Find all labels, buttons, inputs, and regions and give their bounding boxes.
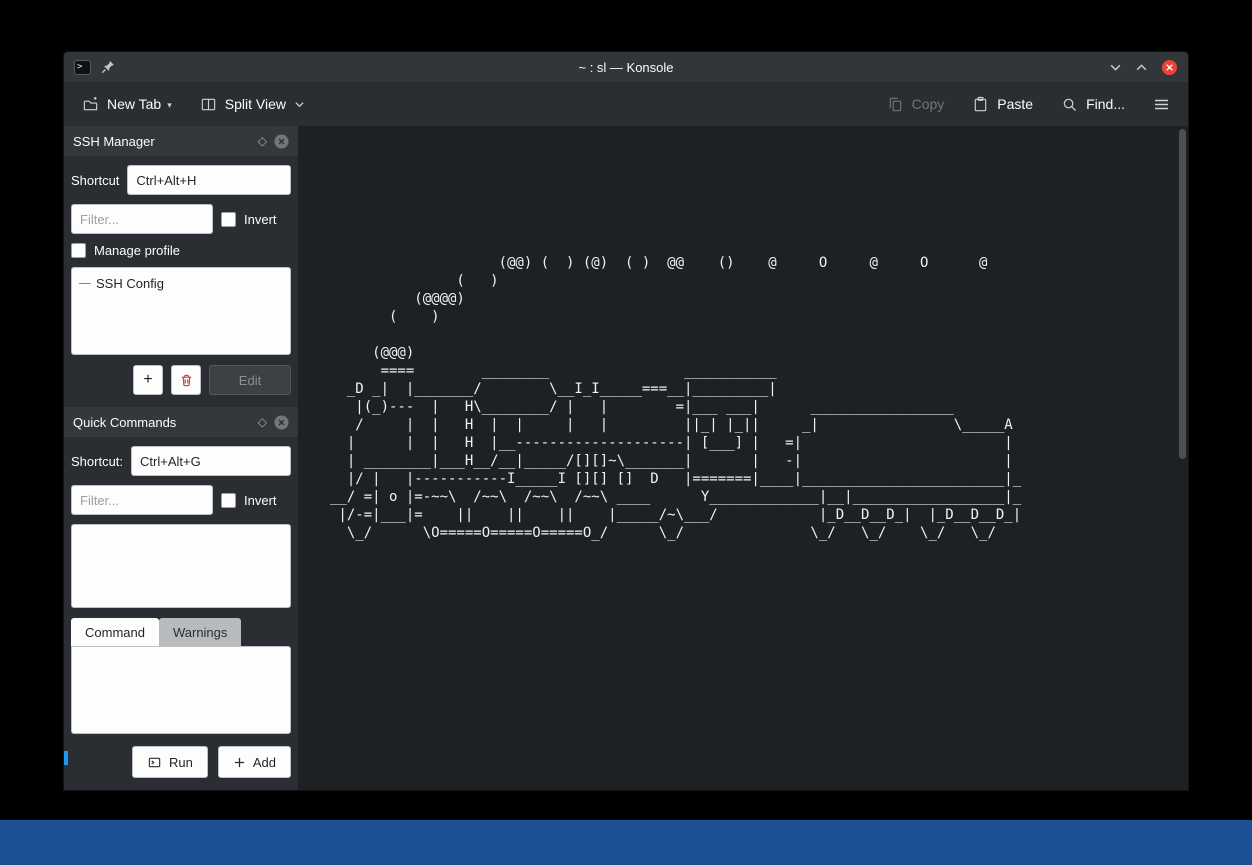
titlebar[interactable]: > ~ : sl — Konsole — [64, 52, 1188, 82]
close-button[interactable] — [1161, 59, 1178, 76]
trash-icon — [179, 373, 194, 388]
copy-label: Copy — [912, 96, 945, 112]
split-view-button[interactable]: Split View — [200, 96, 305, 113]
chevron-up-icon — [1135, 61, 1148, 74]
ssh-config-item-label: SSH Config — [96, 276, 164, 291]
quick-commands-list[interactable] — [71, 524, 291, 608]
ssh-profiles-list[interactable]: SSH Config — [71, 267, 291, 355]
float-panel-button[interactable]: ◇ — [258, 135, 267, 147]
main-toolbar: New Tab ▾ Split View — [64, 82, 1188, 126]
manage-profile-label: Manage profile — [94, 243, 180, 258]
konsole-app-icon: > — [74, 60, 91, 75]
new-tab-label: New Tab — [107, 96, 161, 112]
new-tab-button[interactable]: New Tab ▾ — [82, 96, 172, 113]
terminal-view[interactable]: (@@) ( ) (@) ( ) @@ () @ O @ O @ ( ) (@@… — [298, 126, 1188, 790]
window-title: ~ : sl — Konsole — [64, 60, 1188, 75]
close-circle-icon — [274, 134, 289, 149]
search-icon — [1061, 96, 1078, 113]
close-circle-icon — [274, 415, 289, 430]
titlebar-left: > — [74, 60, 115, 75]
quick-commands-panel: Quick Commands ◇ — [71, 407, 291, 778]
maximize-button[interactable] — [1135, 61, 1148, 74]
desktop: > ~ : sl — Konsole — [0, 0, 1252, 865]
paste-icon — [972, 96, 989, 113]
copy-button[interactable]: Copy — [887, 96, 945, 113]
new-tab-dropdown-caret-icon: ▾ — [167, 100, 172, 111]
tab-command[interactable]: Command — [71, 618, 159, 646]
chevron-down-icon — [294, 99, 305, 110]
quick-commands-header[interactable]: Quick Commands ◇ — [64, 407, 298, 437]
qc-invert-checkbox[interactable] — [221, 493, 236, 508]
qc-shortcut-input[interactable] — [131, 446, 291, 476]
ssh-manager-header[interactable]: SSH Manager ◇ — [64, 126, 298, 156]
float-diamond-icon: ◇ — [258, 135, 267, 147]
split-view-label: Split View — [225, 96, 286, 112]
plus-icon — [233, 756, 246, 769]
list-item[interactable]: SSH Config — [72, 272, 290, 294]
qc-filter-input[interactable] — [71, 485, 213, 515]
window-body: SSH Manager ◇ — [64, 126, 1188, 790]
float-panel-button[interactable]: ◇ — [258, 416, 267, 428]
ssh-filter-input[interactable] — [71, 204, 213, 234]
run-icon — [147, 755, 162, 770]
ssh-manager-panel: SSH Manager ◇ — [71, 126, 291, 395]
split-view-icon — [200, 96, 217, 113]
close-panel-button[interactable] — [274, 415, 289, 430]
scrollbar-handle[interactable] — [1179, 129, 1186, 459]
ssh-shortcut-input[interactable] — [127, 165, 291, 195]
qc-tab-bar: Command Warnings — [71, 618, 291, 646]
run-label: Run — [169, 755, 193, 770]
sidebar: SSH Manager ◇ — [64, 126, 298, 790]
add-profile-button[interactable]: + — [133, 365, 163, 395]
quick-commands-title: Quick Commands — [73, 415, 176, 430]
window-controls — [1109, 59, 1178, 76]
paste-button[interactable]: Paste — [972, 96, 1033, 113]
manage-profile-checkbox[interactable] — [71, 243, 86, 258]
accent-mark — [64, 751, 68, 765]
ssh-invert-label: Invert — [244, 212, 277, 227]
desktop-panel-strip — [0, 820, 1252, 865]
float-diamond-icon: ◇ — [258, 416, 267, 428]
add-command-button[interactable]: Add — [218, 746, 291, 778]
menu-button[interactable] — [1153, 96, 1170, 113]
ssh-manager-title: SSH Manager — [73, 134, 155, 149]
ssh-shortcut-label: Shortcut — [71, 173, 119, 188]
add-label: Add — [253, 755, 276, 770]
terminal-scrollbar[interactable] — [1179, 129, 1186, 787]
hamburger-icon — [1153, 96, 1170, 113]
pin-icon[interactable] — [101, 60, 115, 74]
command-editor[interactable] — [71, 646, 291, 734]
delete-profile-button[interactable] — [171, 365, 201, 395]
qc-shortcut-label: Shortcut: — [71, 454, 123, 469]
paste-label: Paste — [997, 96, 1033, 112]
find-button[interactable]: Find... — [1061, 96, 1125, 113]
copy-icon — [887, 96, 904, 113]
close-icon — [1161, 59, 1178, 76]
new-tab-icon — [82, 96, 99, 113]
qc-invert-label: Invert — [244, 493, 277, 508]
edit-button[interactable]: Edit — [209, 365, 291, 395]
find-label: Find... — [1086, 96, 1125, 112]
run-button[interactable]: Run — [132, 746, 208, 778]
terminal-output[interactable]: (@@) ( ) (@) ( ) @@ () @ O @ O @ ( ) (@@… — [330, 254, 1021, 542]
konsole-window: > ~ : sl — Konsole — [64, 52, 1188, 790]
tab-warnings[interactable]: Warnings — [159, 618, 241, 646]
close-panel-button[interactable] — [274, 134, 289, 149]
chevron-down-icon — [1109, 61, 1122, 74]
ssh-invert-checkbox[interactable] — [221, 212, 236, 227]
minimize-button[interactable] — [1109, 61, 1122, 74]
tree-branch-icon — [79, 283, 91, 284]
